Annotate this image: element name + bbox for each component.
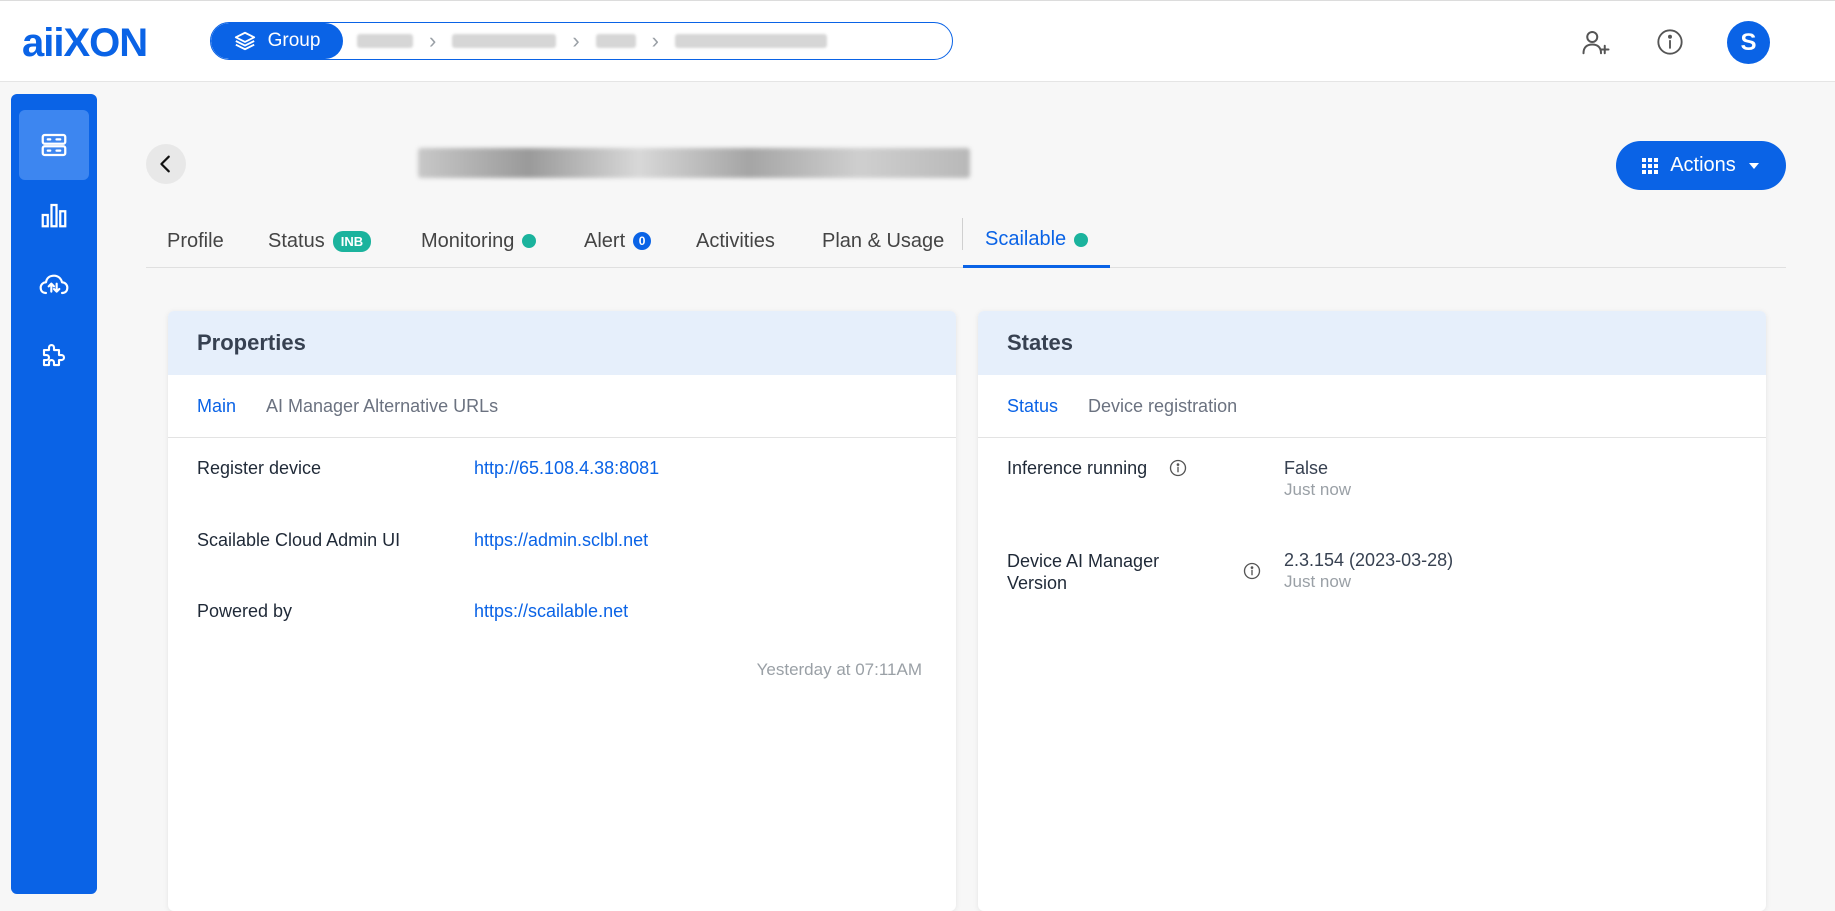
state-label: Inference running — [1007, 458, 1148, 478]
tab-label: Monitoring — [421, 229, 515, 252]
tab-label: Status — [268, 229, 325, 252]
sidebar-item-cloud[interactable] — [19, 250, 89, 320]
grid-icon — [1642, 157, 1659, 174]
top-bar: aiiXON Group › › › S — [0, 0, 1835, 82]
app-logo[interactable]: aiiXON — [22, 21, 148, 66]
tab-label: Activities — [696, 229, 775, 252]
states-subtabs: Status Device registration — [978, 375, 1766, 438]
state-timestamp: Just now — [1284, 572, 1352, 591]
tab-plan-usage[interactable]: Plan & Usage — [822, 214, 944, 268]
device-tabs: Profile Status INB Monitoring Alert 0 Ac… — [146, 214, 1786, 268]
property-label: Scailable Cloud Admin UI — [197, 530, 401, 550]
status-badge: INB — [332, 230, 372, 252]
server-icon — [41, 133, 67, 157]
sidebar — [11, 94, 97, 894]
group-label: Group — [267, 30, 321, 51]
chevron-right-icon: › — [651, 28, 659, 53]
property-label: Register device — [197, 458, 322, 478]
tab-alert[interactable]: Alert 0 — [584, 214, 652, 268]
tab-activities[interactable]: Activities — [696, 214, 775, 268]
property-link[interactable]: https://scailable.net — [474, 601, 628, 622]
status-dot — [522, 234, 537, 248]
card-title: Properties — [168, 311, 956, 375]
info-icon — [1657, 29, 1683, 55]
state-value: False — [1284, 458, 1329, 478]
add-user-button[interactable] — [1579, 25, 1613, 59]
breadcrumb-item-1[interactable] — [357, 34, 413, 48]
tab-label: Alert — [584, 229, 626, 252]
info-icon[interactable] — [1243, 562, 1261, 580]
chevron-left-icon — [160, 155, 170, 173]
tab-label: Scailable — [985, 228, 1067, 250]
chevron-right-icon: › — [572, 28, 580, 53]
breadcrumb-item-4[interactable] — [674, 34, 827, 48]
avatar[interactable]: S — [1727, 21, 1770, 64]
tab-profile[interactable]: Profile — [167, 214, 224, 268]
tab-label: Plan & Usage — [822, 229, 945, 252]
states-card: States Status Device registration Infere… — [978, 311, 1766, 911]
actions-label: Actions — [1670, 154, 1736, 176]
last-updated: Yesterday at 07:11AM — [756, 660, 922, 679]
info-icon[interactable] — [1169, 459, 1187, 477]
puzzle-icon — [42, 343, 66, 367]
property-link[interactable]: http://65.108.4.38:8081 — [474, 458, 659, 479]
tab-label: Profile — [167, 229, 224, 252]
breadcrumb-item-2[interactable] — [452, 34, 557, 48]
breadcrumb-item-3[interactable] — [595, 34, 636, 48]
chevron-right-icon: › — [429, 28, 437, 53]
add-user-icon — [1582, 31, 1610, 55]
info-button[interactable] — [1653, 25, 1687, 59]
subtab-device-registration[interactable]: Device registration — [1088, 396, 1237, 417]
subtab-alt-urls[interactable]: AI Manager Alternative URLs — [266, 396, 498, 417]
tab-scailable[interactable]: Scailable — [963, 214, 1111, 268]
tab-monitoring[interactable]: Monitoring — [421, 214, 537, 268]
subtab-status[interactable]: Status — [1007, 396, 1058, 417]
state-timestamp: Just now — [1284, 480, 1352, 499]
tab-status[interactable]: Status INB — [268, 214, 372, 268]
group-button[interactable]: Group — [211, 23, 343, 59]
subtab-main[interactable]: Main — [197, 396, 236, 417]
sidebar-item-plugins[interactable] — [19, 320, 89, 390]
properties-card: Properties Main AI Manager Alternative U… — [168, 311, 956, 911]
caret-down-icon — [1748, 162, 1759, 169]
sidebar-item-devices[interactable] — [19, 110, 89, 180]
bar-chart-icon — [41, 203, 67, 228]
state-label: Device AI Manager Version — [1007, 551, 1160, 593]
state-value: 2.3.154 (2023-03-28) — [1284, 550, 1454, 570]
alert-count-badge: 0 — [633, 232, 652, 250]
cloud-sync-icon — [39, 274, 69, 295]
breadcrumb: Group › › › — [210, 22, 953, 60]
properties-subtabs: Main AI Manager Alternative URLs — [168, 375, 956, 438]
actions-button[interactable]: Actions — [1616, 141, 1786, 190]
property-label: Powered by — [197, 601, 293, 621]
property-link[interactable]: https://admin.sclbl.net — [474, 530, 648, 551]
device-name-redacted — [418, 148, 970, 178]
card-title: States — [978, 311, 1766, 375]
sidebar-item-analytics[interactable] — [19, 180, 89, 250]
status-dot — [1074, 232, 1089, 247]
layers-icon — [234, 31, 255, 51]
back-button[interactable] — [146, 144, 186, 184]
